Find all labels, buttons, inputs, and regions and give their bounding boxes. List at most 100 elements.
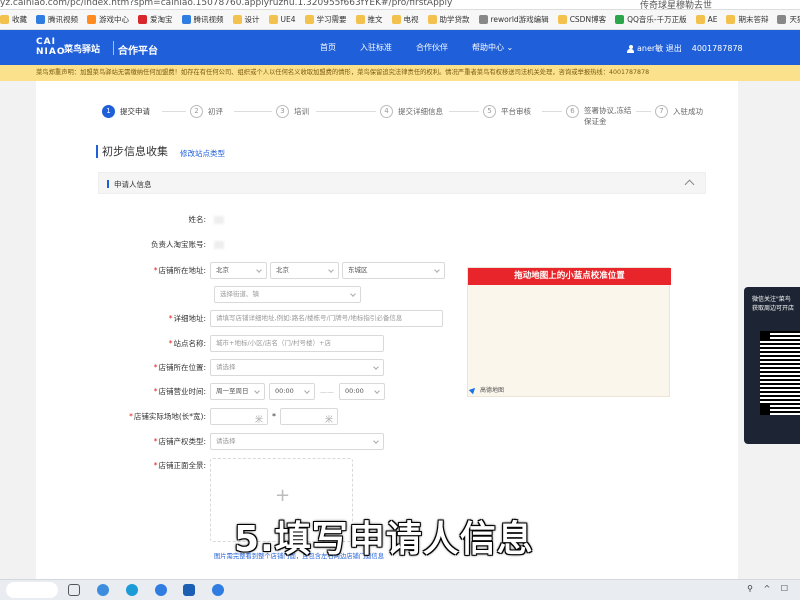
bookmark-item[interactable]: 设计 <box>232 14 260 25</box>
area-label: *店铺实际场地(长*宽): <box>129 412 206 421</box>
bookmark-item[interactable]: 腾讯视频 <box>181 14 224 25</box>
bookmark-item[interactable]: 期末答辩 <box>726 14 768 25</box>
video-subtitle: 5.填写申请人信息 <box>234 519 534 560</box>
province-select[interactable]: 北京 <box>210 262 267 279</box>
bookmarks-bar: 收藏 腾讯视频 游戏中心 爱淘宝 腾讯视频 设计 UE4 学习需要 推文 电视 助学贷款 reworl… <box>0 10 800 30</box>
site-name-input[interactable]: 城市+地标/小区/店名（门/村号楼）+店 <box>210 335 384 352</box>
length-input[interactable]: 米 <box>210 408 268 425</box>
bookmark-label: 学习需要 <box>316 15 347 24</box>
app-icon[interactable] <box>97 584 109 596</box>
step-label: 签署协议,冻结保证金 <box>584 106 632 126</box>
chevron-down-icon <box>256 267 262 273</box>
position-label: *店铺所在位置: <box>153 363 206 372</box>
city-select[interactable]: 北京 <box>270 262 339 279</box>
tencent-video-icon <box>36 15 45 24</box>
bookmark-label: 设计 <box>244 15 260 24</box>
cainiao-logo[interactable]: CAI NIAO 菜鸟驿站 <box>36 37 100 59</box>
unit-label: 米 <box>325 415 333 424</box>
start-time-select[interactable]: 00:00 <box>269 383 315 400</box>
bookmark-item[interactable]: UE4 <box>268 15 296 24</box>
nav-standards[interactable]: 入驻标准 <box>360 42 392 53</box>
kugou-icon[interactable] <box>183 584 195 596</box>
bookmark-item[interactable]: AE <box>695 15 718 24</box>
qq-browser-icon[interactable] <box>212 584 224 596</box>
site-label: *站点名称: <box>168 339 206 348</box>
step-4: 4 提交详细信息 <box>380 105 443 118</box>
bookmark-label: AE <box>707 15 718 24</box>
folder-icon <box>695 15 705 24</box>
chevron-down-icon <box>350 291 356 297</box>
plus-icon: + <box>275 485 291 506</box>
address-label: *店铺所在地址: <box>153 266 206 275</box>
panel-accent-bar <box>107 180 109 188</box>
modify-site-type-link[interactable]: 修改站点类型 <box>180 148 225 159</box>
step-2: 2 初评 <box>190 105 223 118</box>
property-select[interactable]: 请选择 <box>210 433 384 450</box>
district-select[interactable]: 东城区 <box>342 262 445 279</box>
bookmark-item[interactable]: 爱淘宝 <box>138 14 173 25</box>
step-number: 2 <box>190 105 203 118</box>
nav-home[interactable]: 首页 <box>320 42 336 53</box>
bookmark-item[interactable]: 游戏中心 <box>87 14 129 25</box>
bookmark-item[interactable]: 天猫商城 后台管 <box>777 14 800 25</box>
location-map[interactable]: 拖动地图上的小蓝点校准位置 高德地图 <box>467 267 671 397</box>
bookmark-item[interactable]: 助学贷款 <box>427 14 470 25</box>
qq-music-icon <box>615 15 625 24</box>
bookmark-item[interactable]: CSDN博客 <box>557 14 607 25</box>
applicant-panel-header[interactable]: 申请人信息 <box>98 172 706 194</box>
photo-label: *店铺正面全景: <box>153 461 206 470</box>
task-view-icon[interactable] <box>68 584 80 596</box>
days-select[interactable]: 周一至周日 <box>210 383 265 400</box>
folder-icon <box>557 15 567 24</box>
bookmark-item[interactable]: 学习需要 <box>304 14 347 25</box>
street-select[interactable]: 选择街道、镇 <box>214 286 361 303</box>
tray-icons[interactable]: ⚲ ^ ☐ <box>747 584 792 593</box>
section-title: 初步信息收集 <box>96 145 168 158</box>
bookmark-item[interactable]: 电视 <box>391 14 419 25</box>
bookmark-item[interactable]: 腾讯视频 <box>36 14 78 25</box>
detail-address-input[interactable]: 请填写店铺详细地址,例如:路名/楼栋号/门牌号/地标指引必备信息 <box>210 310 443 327</box>
bookmark-item[interactable]: 收藏 <box>0 14 27 25</box>
step-number: 6 <box>566 105 579 118</box>
user-logout[interactable]: aner敏 退出 <box>637 43 682 54</box>
bookmark-item[interactable]: 推文 <box>355 14 383 25</box>
step-label: 提交详细信息 <box>398 107 443 116</box>
bookmark-item[interactable]: QQ音乐-千万正版 <box>615 14 687 25</box>
end-time-select[interactable]: 00:00 <box>339 383 385 400</box>
collapse-icon[interactable] <box>684 179 695 190</box>
step-number: 7 <box>655 105 668 118</box>
edge-icon[interactable] <box>126 584 138 596</box>
step-6: 6 签署协议,冻结保证金 <box>566 105 636 127</box>
position-select[interactable]: 请选择 <box>210 359 384 376</box>
bookmark-label: 腾讯视频 <box>193 15 224 24</box>
taskbar-search[interactable] <box>6 582 58 598</box>
bookmark-label: CSDN博客 <box>569 15 607 24</box>
folder-icon <box>304 15 314 24</box>
row-hours: *店铺营业时间: 周一至周日 00:00 —— 00:00 <box>98 383 385 400</box>
property-label: *店铺产权类型: <box>153 437 206 446</box>
nav-partners[interactable]: 合作伙伴 <box>416 42 448 53</box>
chevron-down-icon <box>373 438 379 444</box>
bookmark-item[interactable]: reworld游戏编辑 <box>478 14 549 25</box>
logo-divider <box>113 41 114 55</box>
qr-panel[interactable]: 微信关注"菜鸟 获取周边可开店 <box>744 287 800 444</box>
name-label: 姓名: <box>188 215 206 224</box>
user-icon <box>627 44 634 53</box>
browser-icon[interactable] <box>155 584 167 596</box>
browser-url-bar[interactable]: yz.cainiao.com/pc/index.htm?spm=cainiao.… <box>0 0 800 10</box>
taskbar: ⚲ ^ ☐ <box>0 579 800 600</box>
folder-icon <box>232 15 242 24</box>
hours-separator: —— <box>320 387 334 396</box>
url-text[interactable]: yz.cainiao.com/pc/index.htm?spm=cainiao.… <box>0 0 452 8</box>
bookmark-label: reworld游戏编辑 <box>490 15 549 24</box>
bookmark-label: 收藏 <box>12 15 27 24</box>
row-site: *站点名称: 城市+地标/小区/店名（门/村号楼）+店 <box>98 335 384 352</box>
platform-name: 合作平台 <box>118 46 158 57</box>
bookmark-label: 期末答辩 <box>738 15 769 24</box>
qr-code-icon <box>760 331 800 415</box>
progress-steps: 1 提交申请 2 初评 3 培训 4 提交详细信息 5 平台审核 6 签署协议,冻结保证金 7 入驻成功 <box>102 105 722 135</box>
width-input[interactable]: 米 <box>280 408 338 425</box>
step-connector <box>316 111 376 112</box>
nav-help[interactable]: 帮助中心 ⌄ <box>472 42 513 53</box>
news-hint[interactable]: 传奇球星穆勒去世 <box>640 0 712 9</box>
